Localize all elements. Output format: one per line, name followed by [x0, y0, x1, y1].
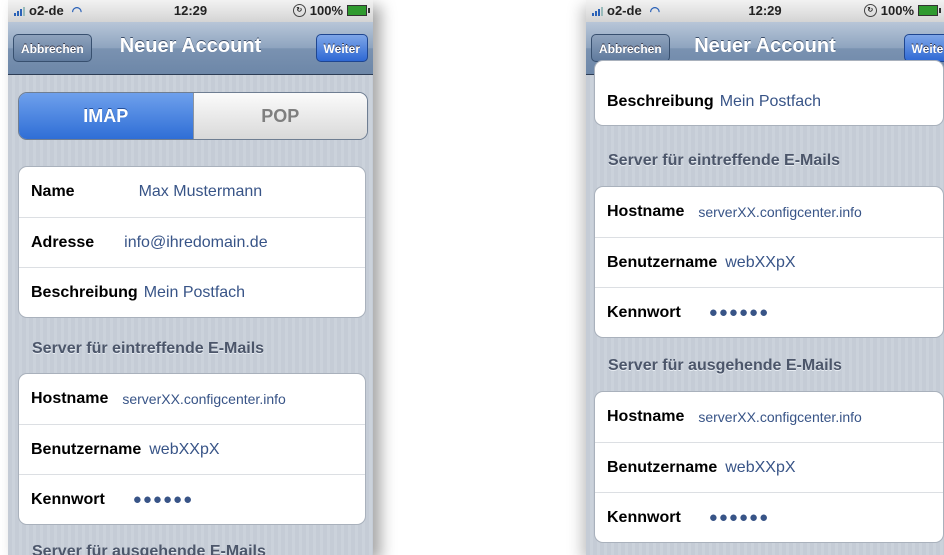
hostname-field[interactable]: serverXX.configcenter.info — [698, 204, 861, 220]
account-group-scrolled: Beschreibung Mein Postfach — [594, 60, 944, 126]
name-label: Name — [31, 183, 75, 200]
battery-icon — [347, 5, 370, 16]
next-button[interactable]: Weiter — [903, 34, 944, 62]
description-field[interactable]: Mein Postfach — [144, 284, 245, 302]
outgoing-host-row[interactable]: Hostname serverXX.configcenter.info — [595, 392, 943, 442]
outgoing-user-row[interactable]: Benutzername webXXpX — [595, 442, 943, 492]
name-field[interactable]: Max Mustermann — [139, 183, 263, 201]
rotation-lock-icon: ↻ — [292, 4, 306, 17]
screenshot-left: o2-de ◠ 12:29 ↻ 100% Abbrechen Neuer Acc… — [8, 0, 373, 555]
incoming-user-row[interactable]: Benutzername webXXpX — [595, 237, 943, 287]
password-label: Kennwort — [31, 490, 105, 508]
incoming-password-row[interactable]: Kennwort ●●●●●● — [19, 474, 365, 524]
hostname-field[interactable]: serverXX.configcenter.info — [122, 391, 285, 407]
battery-icon — [918, 5, 941, 16]
password-field[interactable]: ●●●●●● — [709, 509, 769, 526]
incoming-user-row[interactable]: Benutzername webXXpX — [19, 424, 365, 474]
address-label: Adresse — [31, 233, 95, 251]
password-label: Kennwort — [607, 508, 681, 526]
screenshot-right: o2-de ◠ 12:29 ↻ 100% Abbrechen Neuer Acc… — [586, 0, 944, 555]
username-field[interactable]: webXXpX — [725, 254, 795, 272]
incoming-password-row[interactable]: Kennwort ●●●●●● — [595, 287, 943, 337]
hostname-label: Hostname — [607, 408, 685, 425]
description-label: Beschreibung — [607, 93, 714, 110]
address-field[interactable]: info@ihredomain.de — [124, 234, 267, 252]
hostname-label: Hostname — [607, 203, 685, 220]
username-field[interactable]: webXXpX — [149, 441, 219, 459]
name-row[interactable]: Name Max Mustermann — [19, 167, 365, 217]
outgoing-password-row[interactable]: Kennwort ●●●●●● — [595, 492, 943, 542]
description-label: Beschreibung — [31, 283, 138, 301]
password-field[interactable]: ●●●●●● — [709, 304, 769, 321]
password-field[interactable]: ●●●●●● — [133, 491, 193, 508]
outgoing-group: Hostname serverXX.configcenter.info Benu… — [594, 391, 944, 543]
segment-pop[interactable]: POP — [192, 93, 367, 139]
battery-percent: 100% — [880, 3, 914, 18]
status-bar: o2-de ◠ 12:29 ↻ 100% — [8, 0, 373, 22]
battery-area: ↻ 100% — [863, 3, 941, 18]
status-bar: o2-de ◠ 12:29 ↻ 100% — [586, 0, 944, 22]
description-row[interactable]: Beschreibung Mein Postfach — [595, 61, 943, 125]
incoming-group: Hostname serverXX.configcenter.info Benu… — [18, 373, 366, 525]
username-label: Benutzername — [31, 440, 142, 458]
username-label: Benutzername — [607, 253, 718, 271]
navigation-bar: Abbrechen Neuer Account Weiter — [8, 22, 373, 75]
description-row[interactable]: Beschreibung Mein Postfach — [19, 267, 365, 317]
hostname-label: Hostname — [31, 390, 109, 407]
outgoing-section-header: Server für ausgehende E-Mails — [608, 357, 842, 374]
username-label: Benutzername — [607, 458, 718, 476]
page-title: Neuer Account — [694, 35, 836, 57]
segment-imap[interactable]: IMAP — [19, 93, 193, 139]
incoming-host-row[interactable]: Hostname serverXX.configcenter.info — [595, 187, 943, 237]
incoming-group: Hostname serverXX.configcenter.info Benu… — [594, 186, 944, 338]
outgoing-section-header-clipped: Server für ausgehende E-Mails — [32, 543, 266, 555]
password-label: Kennwort — [607, 303, 681, 321]
description-field[interactable]: Mein Postfach — [720, 93, 821, 111]
battery-percent: 100% — [309, 3, 343, 18]
battery-area: ↻ 100% — [292, 3, 370, 18]
next-button[interactable]: Weiter — [315, 34, 368, 62]
incoming-section-header: Server für eintreffende E-Mails — [32, 340, 265, 357]
rotation-lock-icon: ↻ — [863, 4, 877, 17]
username-field[interactable]: webXXpX — [725, 459, 795, 477]
address-row[interactable]: Adresse info@ihredomain.de — [19, 217, 365, 267]
hostname-field[interactable]: serverXX.configcenter.info — [698, 409, 861, 425]
incoming-host-row[interactable]: Hostname serverXX.configcenter.info — [19, 374, 365, 424]
protocol-segmented-control: IMAP POP — [18, 92, 368, 140]
incoming-section-header: Server für eintreffende E-Mails — [608, 152, 841, 169]
account-group: Name Max Mustermann Adresse info@ihredom… — [18, 166, 366, 318]
